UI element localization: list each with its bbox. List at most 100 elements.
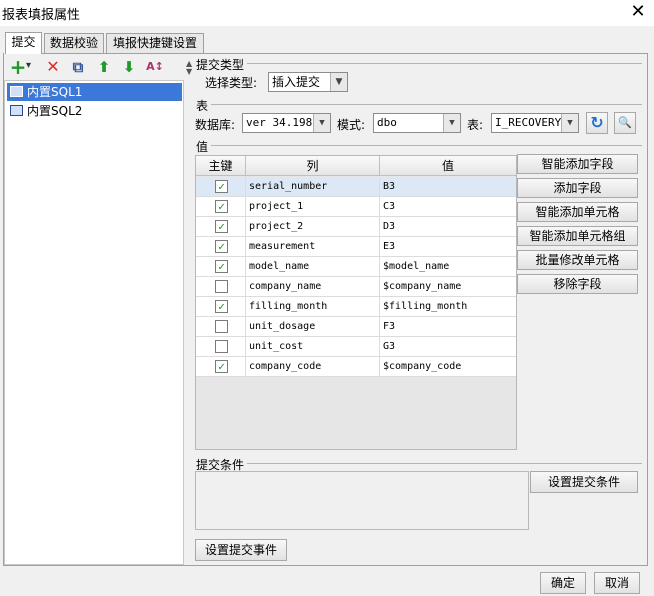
- column-name-cell[interactable]: company_code: [246, 357, 380, 377]
- value-cell[interactable]: E3: [380, 237, 516, 257]
- column-header-column[interactable]: 列: [246, 156, 380, 176]
- key-cell: ✓: [196, 297, 246, 317]
- column-header-key[interactable]: 主键: [196, 156, 246, 176]
- title-bar: [0, 0, 654, 26]
- condition-area[interactable]: [195, 471, 529, 530]
- database-select[interactable]: ver 34.198 ▼: [242, 113, 331, 133]
- submit-type-section-label: 提交类型: [196, 56, 248, 73]
- table-row[interactable]: ✓ project_1 C3: [196, 197, 516, 217]
- delete-icon[interactable]: ✕: [43, 57, 63, 77]
- section-divider: [196, 63, 642, 64]
- section-divider: [196, 463, 642, 464]
- smart-add-field-button[interactable]: 智能添加字段: [517, 154, 638, 174]
- chevron-down-icon: ▼: [313, 114, 330, 132]
- checked-checkbox[interactable]: ✓: [215, 200, 228, 213]
- column-name-cell[interactable]: unit_dosage: [246, 317, 380, 337]
- column-name-cell[interactable]: company_name: [246, 277, 380, 297]
- column-name-cell[interactable]: project_1: [246, 197, 380, 217]
- unchecked-checkbox[interactable]: [215, 320, 228, 333]
- value-cell[interactable]: B3: [380, 177, 516, 197]
- value-cell[interactable]: $filling_month: [380, 297, 516, 317]
- refresh-icon[interactable]: ↻: [586, 112, 608, 134]
- list-item-label: 内置SQL1: [27, 85, 83, 99]
- value-cell[interactable]: D3: [380, 217, 516, 237]
- key-cell: ✓: [196, 357, 246, 377]
- table-select[interactable]: I_RECOVERY ▼: [491, 113, 579, 133]
- table-row[interactable]: company_name $company_name: [196, 277, 516, 297]
- add-icon[interactable]: +: [8, 57, 28, 77]
- ok-button[interactable]: 确定: [540, 572, 586, 594]
- key-cell: ✓: [196, 257, 246, 277]
- column-name-cell[interactable]: serial_number: [246, 177, 380, 197]
- chevron-down-icon: ▼: [330, 73, 347, 91]
- key-cell: [196, 337, 246, 357]
- smart-add-cell-group-button[interactable]: 智能添加单元格组: [517, 226, 638, 246]
- remove-field-button[interactable]: 移除字段: [517, 274, 638, 294]
- table-row[interactable]: ✓ company_code $company_code: [196, 357, 516, 377]
- cancel-button[interactable]: 取消: [594, 572, 640, 594]
- column-name-cell[interactable]: measurement: [246, 237, 380, 257]
- schema-value: dbo: [377, 116, 397, 129]
- table-row[interactable]: ✓ measurement E3: [196, 237, 516, 257]
- submit-type-select[interactable]: 插入提交 ▼: [268, 72, 348, 92]
- move-down-icon[interactable]: ⬇: [119, 57, 139, 77]
- column-name-cell[interactable]: project_2: [246, 217, 380, 237]
- sort-icon[interactable]: A↕: [145, 57, 165, 77]
- unchecked-checkbox[interactable]: [215, 280, 228, 293]
- schema-select[interactable]: dbo ▼: [373, 113, 461, 133]
- checked-checkbox[interactable]: ✓: [215, 360, 228, 373]
- smart-add-cell-button[interactable]: 智能添加单元格: [517, 202, 638, 222]
- key-cell: [196, 277, 246, 297]
- list-item[interactable]: 内置SQL1: [7, 83, 182, 101]
- submit-type-label: 选择类型:: [205, 76, 258, 90]
- table-row[interactable]: unit_dosage F3: [196, 317, 516, 337]
- table-row[interactable]: ✓ serial_number B3: [196, 177, 516, 197]
- column-name-cell[interactable]: unit_cost: [246, 337, 380, 357]
- close-icon[interactable]: ✕: [626, 0, 650, 24]
- unchecked-checkbox[interactable]: [215, 340, 228, 353]
- list-item-label: 内置SQL2: [27, 104, 83, 118]
- table-row[interactable]: ✓ model_name $model_name: [196, 257, 516, 277]
- tab-data-validation[interactable]: 数据校验: [44, 33, 104, 54]
- batch-modify-cells-button[interactable]: 批量修改单元格: [517, 250, 638, 270]
- panel-splitter[interactable]: ▲ ▼: [185, 56, 192, 564]
- value-cell[interactable]: G3: [380, 337, 516, 357]
- schema-label: 模式:: [337, 118, 366, 132]
- move-up-icon[interactable]: ⬆: [94, 57, 114, 77]
- value-cell[interactable]: F3: [380, 317, 516, 337]
- checked-checkbox[interactable]: ✓: [215, 180, 228, 193]
- tab-divider: [42, 53, 648, 54]
- column-header-value[interactable]: 值: [380, 156, 516, 176]
- tab-shortcut-settings[interactable]: 填报快捷键设置: [106, 33, 204, 54]
- add-dropdown-icon[interactable]: ▾: [26, 60, 31, 71]
- list-item[interactable]: 内置SQL2: [7, 102, 182, 120]
- preview-icon[interactable]: 🔍: [614, 112, 636, 134]
- fields-table: 主键 列 值 ✓ serial_number B3 ✓ project_1 C3 ✓ proj…: [195, 155, 517, 450]
- checked-checkbox[interactable]: ✓: [215, 240, 228, 253]
- add-field-button[interactable]: 添加字段: [517, 178, 638, 198]
- checked-checkbox[interactable]: ✓: [215, 260, 228, 273]
- value-cell[interactable]: $company_code: [380, 357, 516, 377]
- table-row[interactable]: unit_cost G3: [196, 337, 516, 357]
- table-section-label: 表: [196, 97, 212, 114]
- checked-checkbox[interactable]: ✓: [215, 300, 228, 313]
- value-cell[interactable]: C3: [380, 197, 516, 217]
- column-name-cell[interactable]: filling_month: [246, 297, 380, 317]
- sql-icon: [10, 105, 23, 116]
- key-cell: [196, 317, 246, 337]
- table-row[interactable]: ✓ filling_month $filling_month: [196, 297, 516, 317]
- set-condition-button[interactable]: 设置提交条件: [530, 471, 638, 493]
- section-divider: [196, 104, 642, 105]
- column-name-cell[interactable]: model_name: [246, 257, 380, 277]
- sql-icon: [10, 86, 23, 97]
- set-event-button[interactable]: 设置提交事件: [195, 539, 287, 561]
- value-cell[interactable]: $model_name: [380, 257, 516, 277]
- tab-submit[interactable]: 提交: [5, 32, 42, 54]
- database-label: 数据库:: [195, 118, 236, 132]
- table-row[interactable]: ✓ project_2 D3: [196, 217, 516, 237]
- chevron-down-icon: ▼: [561, 114, 578, 132]
- chevron-down-icon: ▼: [443, 114, 460, 132]
- copy-icon[interactable]: ⧉: [68, 57, 88, 77]
- value-cell[interactable]: $company_name: [380, 277, 516, 297]
- checked-checkbox[interactable]: ✓: [215, 220, 228, 233]
